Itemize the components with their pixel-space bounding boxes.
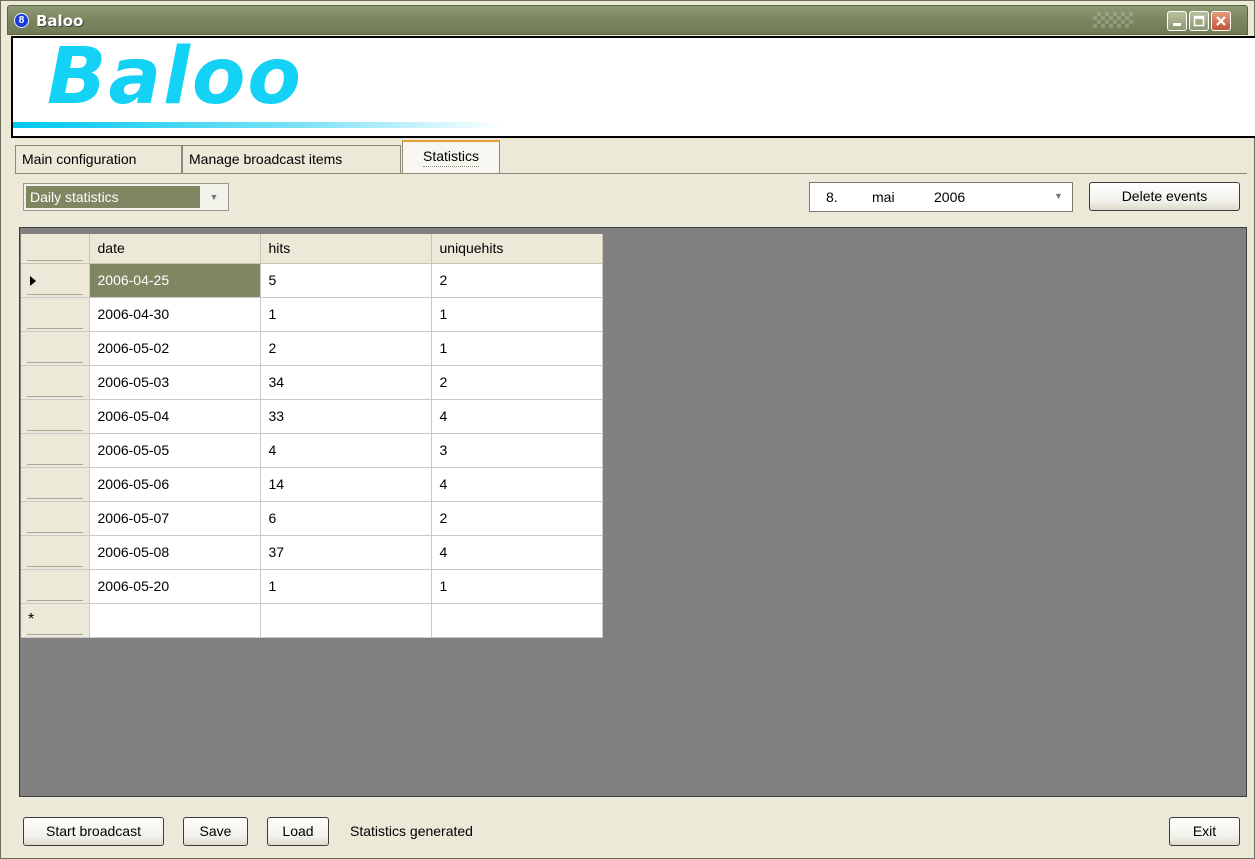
table-cell-hits[interactable]: 1 bbox=[259, 296, 432, 332]
table-cell-hits[interactable]: 6 bbox=[259, 500, 432, 536]
table-cell-hits[interactable]: 14 bbox=[259, 466, 432, 502]
table-row[interactable]: 2006-05-06 14 4 bbox=[21, 466, 603, 502]
table-cell-hits[interactable]: 2 bbox=[259, 330, 432, 366]
table-new-row[interactable]: * bbox=[21, 602, 603, 638]
table-cell-date[interactable]: 2006-05-08 bbox=[88, 534, 261, 570]
table-row[interactable]: 2006-05-02 2 1 bbox=[21, 330, 603, 366]
table-cell-date[interactable]: 2006-04-25 bbox=[88, 262, 261, 298]
table-cell-hits[interactable]: 37 bbox=[259, 534, 432, 570]
table-cell-uniquehits[interactable]: 4 bbox=[430, 466, 603, 502]
app-icon[interactable]: 8 bbox=[14, 13, 29, 28]
stats-type-select[interactable]: Daily statistics ▼ bbox=[23, 183, 229, 211]
table-cell-hits[interactable] bbox=[259, 602, 432, 638]
date-day[interactable]: 8. bbox=[826, 189, 838, 205]
minimize-button[interactable] bbox=[1167, 11, 1187, 31]
table-cell-date[interactable]: 2006-05-03 bbox=[88, 364, 261, 400]
tab-manage-broadcast-items[interactable]: Manage broadcast items bbox=[182, 145, 401, 173]
tab-statistics-label: Statistics bbox=[422, 148, 479, 167]
table-row[interactable]: 2006-05-05 4 3 bbox=[21, 432, 603, 468]
table-row[interactable]: 2006-05-20 1 1 bbox=[21, 568, 603, 604]
chevron-down-icon[interactable]: ▼ bbox=[202, 186, 226, 208]
row-header[interactable] bbox=[21, 534, 90, 570]
chevron-down-icon[interactable]: ▼ bbox=[1054, 191, 1063, 201]
row-header[interactable] bbox=[21, 296, 90, 332]
row-header[interactable] bbox=[21, 398, 90, 434]
table-cell-date[interactable]: 2006-05-02 bbox=[88, 330, 261, 366]
exit-button[interactable]: Exit bbox=[1169, 817, 1240, 846]
table-row[interactable]: 2006-05-08 37 4 bbox=[21, 534, 603, 570]
table-cell-hits[interactable]: 33 bbox=[259, 398, 432, 434]
table-cell-hits[interactable]: 4 bbox=[259, 432, 432, 468]
table-cell-uniquehits[interactable]: 3 bbox=[430, 432, 603, 468]
table-cell-date[interactable]: 2006-05-06 bbox=[88, 466, 261, 502]
tab-divider bbox=[15, 173, 1247, 174]
table-cell-date[interactable]: 2006-05-04 bbox=[88, 398, 261, 434]
table-cell-uniquehits[interactable]: 1 bbox=[430, 568, 603, 604]
table-cell-date[interactable] bbox=[88, 602, 261, 638]
statistics-grid-panel: date hits uniquehits 2006-04-25 5 2 2006… bbox=[19, 227, 1247, 797]
table-cell-hits[interactable]: 5 bbox=[259, 262, 432, 298]
table-header-row: date hits uniquehits bbox=[21, 234, 603, 264]
titlebar-texture bbox=[1093, 12, 1133, 28]
table-cell-uniquehits[interactable] bbox=[430, 602, 603, 638]
row-header[interactable] bbox=[21, 466, 90, 502]
table-row[interactable]: 2006-05-04 33 4 bbox=[21, 398, 603, 434]
banner: Baloo bbox=[11, 32, 1255, 138]
table-row[interactable]: 2006-05-07 6 2 bbox=[21, 500, 603, 536]
table-cell-uniquehits[interactable]: 1 bbox=[430, 330, 603, 366]
new-row-asterisk-icon: * bbox=[28, 610, 35, 628]
current-row-arrow-icon bbox=[30, 275, 36, 286]
maximize-icon bbox=[1193, 15, 1205, 27]
table-cell-date[interactable]: 2006-05-20 bbox=[88, 568, 261, 604]
row-header[interactable] bbox=[21, 330, 90, 366]
table-cell-hits[interactable]: 34 bbox=[259, 364, 432, 400]
start-broadcast-button[interactable]: Start broadcast bbox=[23, 817, 164, 846]
date-picker[interactable]: 8. mai 2006 ▼ bbox=[809, 182, 1073, 212]
table-cell-uniquehits[interactable]: 4 bbox=[430, 534, 603, 570]
logo-underline bbox=[13, 122, 503, 128]
delete-events-button[interactable]: Delete events bbox=[1089, 182, 1240, 211]
close-button[interactable] bbox=[1211, 11, 1231, 31]
table-cell-date[interactable]: 2006-05-07 bbox=[88, 500, 261, 536]
table-cell-uniquehits[interactable]: 1 bbox=[430, 296, 603, 332]
column-header-uniquehits[interactable]: uniquehits bbox=[431, 234, 603, 264]
row-header[interactable]: * bbox=[21, 602, 90, 638]
row-header[interactable] bbox=[21, 500, 90, 536]
row-header[interactable] bbox=[21, 432, 90, 468]
window-title: Baloo bbox=[36, 12, 84, 30]
table-cell-uniquehits[interactable]: 2 bbox=[430, 500, 603, 536]
table-cell-date[interactable]: 2006-05-05 bbox=[88, 432, 261, 468]
logo: Baloo bbox=[47, 32, 303, 122]
table-cell-hits[interactable]: 1 bbox=[259, 568, 432, 604]
close-icon bbox=[1216, 16, 1226, 26]
stats-type-value: Daily statistics bbox=[26, 186, 200, 208]
save-button[interactable]: Save bbox=[183, 817, 248, 846]
load-button[interactable]: Load bbox=[267, 817, 329, 846]
tab-statistics[interactable]: Statistics bbox=[402, 140, 500, 174]
date-month[interactable]: mai bbox=[872, 189, 895, 205]
table-cell-date[interactable]: 2006-04-30 bbox=[88, 296, 261, 332]
table-cell-uniquehits[interactable]: 4 bbox=[430, 398, 603, 434]
title-bar[interactable]: 8 Baloo bbox=[7, 5, 1248, 35]
table-row[interactable]: 2006-04-30 1 1 bbox=[21, 296, 603, 332]
maximize-button[interactable] bbox=[1189, 11, 1209, 31]
table-cell-uniquehits[interactable]: 2 bbox=[430, 262, 603, 298]
app-window: 8 Baloo Baloo Main configuration Manage … bbox=[0, 0, 1255, 859]
table-row[interactable]: 2006-04-25 5 2 bbox=[21, 262, 603, 298]
tab-main-configuration[interactable]: Main configuration bbox=[15, 145, 182, 173]
table-row[interactable]: 2006-05-03 34 2 bbox=[21, 364, 603, 400]
row-header[interactable] bbox=[21, 568, 90, 604]
status-text: Statistics generated bbox=[350, 823, 473, 839]
column-header-date[interactable]: date bbox=[89, 234, 261, 264]
row-header[interactable] bbox=[21, 262, 90, 298]
minimize-icon bbox=[1173, 23, 1181, 26]
row-header-corner[interactable] bbox=[21, 234, 90, 264]
column-header-hits[interactable]: hits bbox=[260, 234, 432, 264]
date-year[interactable]: 2006 bbox=[934, 189, 965, 205]
row-header[interactable] bbox=[21, 364, 90, 400]
table-cell-uniquehits[interactable]: 2 bbox=[430, 364, 603, 400]
statistics-table[interactable]: date hits uniquehits 2006-04-25 5 2 2006… bbox=[21, 234, 603, 638]
